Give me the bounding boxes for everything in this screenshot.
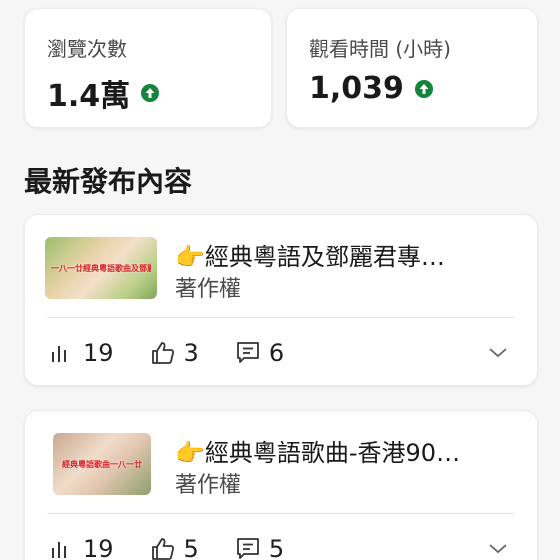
watch-time-label: 觀看時間 (小時) [309, 37, 451, 61]
post-metrics: 19 5 5 [49, 533, 320, 560]
likes-metric: 3 [150, 339, 199, 367]
thumbnail-caption: 一八一廿經典粵語歌曲及鄧麗君專輯 [51, 264, 151, 273]
watch-time-value-row: 1,039 [309, 71, 434, 106]
views-stat-card[interactable]: 瀏覽次數 1.4萬 [24, 8, 272, 128]
likes-count: 3 [183, 339, 199, 367]
comments-metric: 6 [235, 339, 284, 367]
views-count: 19 [83, 535, 114, 560]
post-status: 著作權 [175, 277, 242, 302]
arrow-up-circle-icon [414, 79, 433, 98]
divider [47, 513, 515, 514]
video-thumbnail[interactable]: 一八一廿經典粵語歌曲及鄧麗君專輯 [45, 237, 157, 299]
bar-chart-icon [52, 346, 66, 362]
post-card[interactable]: 經典粵語歌曲一八一廿 👉經典粵語歌曲-香港90… 著作權 19 5 5 [24, 410, 538, 560]
comments-count: 5 [268, 535, 285, 560]
stats-row: 瀏覽次數 1.4萬 觀看時間 (小時) 1,039 [24, 8, 538, 128]
watch-time-value: 1,039 [309, 71, 404, 106]
likes-count: 5 [183, 535, 199, 560]
thumbs-up-icon [151, 538, 174, 560]
divider [47, 317, 515, 318]
views-metric: 19 [49, 339, 114, 367]
comment-icon [236, 342, 259, 363]
views-value: 1.4萬 [47, 79, 131, 114]
thumbnail-caption: 經典粵語歌曲一八一廿 [62, 460, 142, 469]
post-metrics: 19 3 6 [49, 337, 320, 369]
watch-time-stat-card[interactable]: 觀看時間 (小時) 1,039 [286, 8, 538, 128]
views-value-row: 1.4萬 [47, 71, 160, 115]
post-title[interactable]: 👉經典粵語歌曲-香港90… [175, 433, 515, 468]
post-title[interactable]: 👉經典粵語及鄧麗君專… [175, 237, 515, 272]
likes-metric: 5 [150, 535, 199, 560]
bar-chart-icon [52, 542, 66, 558]
comments-count: 6 [268, 339, 285, 367]
comment-icon [236, 538, 259, 559]
views-label: 瀏覽次數 [47, 37, 127, 61]
post-status: 著作權 [175, 473, 242, 498]
section-title: 最新發布內容 [24, 165, 193, 198]
comments-metric: 5 [235, 535, 284, 560]
views-count: 19 [83, 339, 114, 367]
video-thumbnail[interactable]: 經典粵語歌曲一八一廿 [53, 433, 151, 495]
chevron-down-icon[interactable] [487, 537, 509, 559]
post-card[interactable]: 一八一廿經典粵語歌曲及鄧麗君專輯 👉經典粵語及鄧麗君專… 著作權 19 3 [24, 214, 538, 386]
views-metric: 19 [49, 535, 114, 560]
thumbs-up-icon [151, 342, 174, 364]
arrow-up-circle-icon [141, 84, 160, 102]
chevron-down-icon[interactable] [487, 341, 509, 363]
